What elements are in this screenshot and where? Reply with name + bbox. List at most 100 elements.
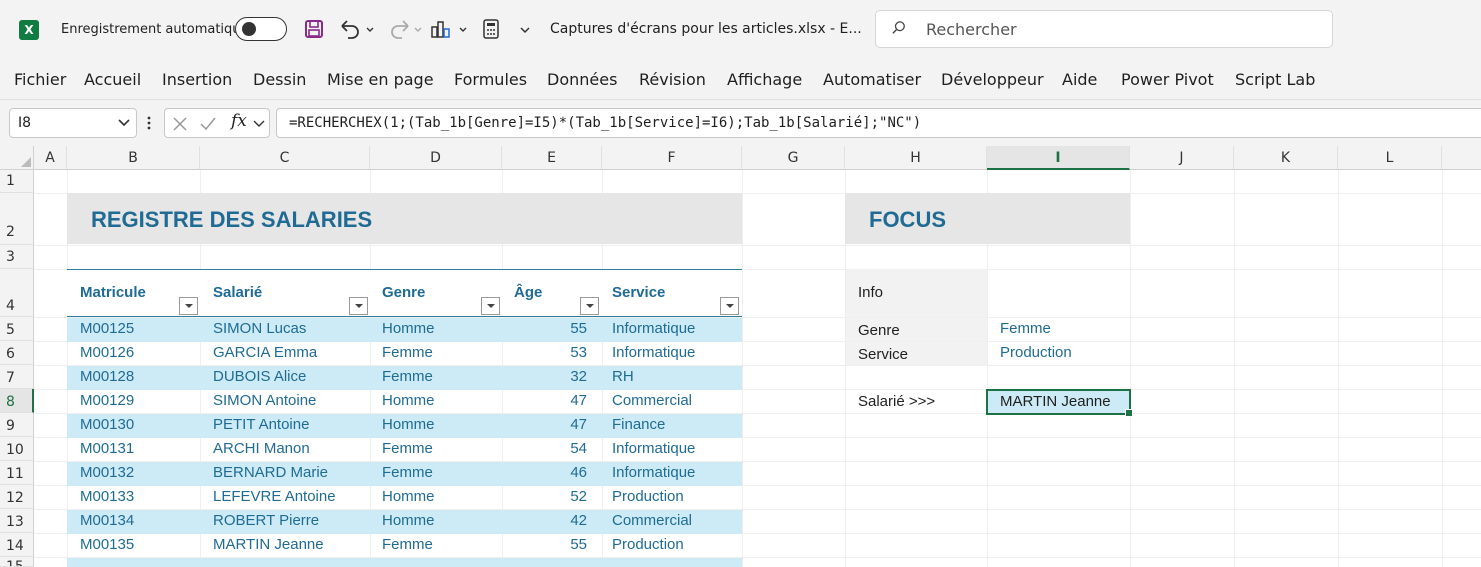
row-header-13[interactable]: 13 — [0, 509, 34, 533]
cell-service[interactable]: Production — [612, 488, 684, 505]
filter-dropdown-icon[interactable] — [349, 297, 368, 315]
tab-automatiser[interactable]: Automatiser — [823, 70, 921, 89]
focus-salarie-result-cell[interactable]: MARTIN Jeanne — [986, 389, 1133, 417]
row-header-1[interactable]: 1 — [0, 170, 34, 193]
tab-insertion[interactable]: Insertion — [162, 70, 232, 89]
cell-genre[interactable]: Femme — [382, 440, 433, 457]
cell-matricule[interactable]: M00134 — [80, 512, 134, 529]
name-box[interactable]: I8 — [9, 108, 137, 138]
tab-power-pivot[interactable]: Power Pivot — [1121, 70, 1214, 89]
row-header-4[interactable]: 4 — [0, 269, 34, 317]
cell-salarie[interactable]: GARCIA Emma — [213, 344, 317, 361]
tab-donnees[interactable]: Données — [547, 70, 617, 89]
tab-aide[interactable]: Aide — [1062, 70, 1097, 89]
more-options-icon[interactable] — [145, 113, 153, 133]
column-header-d[interactable]: D — [370, 146, 502, 170]
cell-genre[interactable]: Femme — [382, 368, 433, 385]
table-row[interactable]: M00125 SIMON Lucas Homme 55 Informatique — [67, 318, 742, 342]
cell-service[interactable]: RH — [612, 368, 634, 385]
cell-genre[interactable]: Homme — [382, 320, 435, 337]
cell-genre[interactable]: Homme — [382, 416, 435, 433]
save-icon[interactable] — [304, 19, 324, 39]
cell-service[interactable]: Commercial — [612, 392, 692, 409]
insert-function-icon[interactable]: fx — [231, 111, 247, 131]
filter-dropdown-icon[interactable] — [580, 297, 599, 315]
table-row[interactable]: M00132 BERNARD Marie Femme 46 Informatiq… — [67, 462, 742, 486]
cell-salarie[interactable]: BERNARD Marie — [213, 464, 328, 481]
table-row[interactable]: M00134 ROBERT Pierre Homme 42 Commercial — [67, 510, 742, 534]
table-row[interactable]: M00128 DUBOIS Alice Femme 32 RH — [67, 366, 742, 390]
tab-mise-en-page[interactable]: Mise en page — [327, 70, 434, 89]
column-header-h[interactable]: H — [845, 146, 987, 170]
cell-matricule[interactable]: M00132 — [80, 464, 134, 481]
undo-icon[interactable] — [338, 18, 374, 40]
column-header-k[interactable]: K — [1234, 146, 1338, 170]
cell-salarie[interactable]: LEFEVRE Antoine — [213, 488, 336, 505]
cell-age[interactable]: 47 — [547, 416, 587, 433]
cell-genre[interactable]: Homme — [382, 488, 435, 505]
table-row[interactable]: M00126 GARCIA Emma Femme 53 Informatique — [67, 342, 742, 366]
cell-salarie[interactable]: SIMON Lucas — [213, 320, 306, 337]
customize-qat-icon[interactable] — [518, 22, 532, 36]
cell-matricule[interactable]: M00129 — [80, 392, 134, 409]
row-header-7[interactable]: 7 — [0, 365, 34, 389]
column-header-f[interactable]: F — [602, 146, 742, 170]
cell-age[interactable]: 55 — [547, 536, 587, 553]
column-header-i[interactable]: I — [987, 146, 1130, 170]
row-header-14[interactable]: 14 — [0, 533, 34, 557]
cell-matricule[interactable]: M00128 — [80, 368, 134, 385]
autosave-toggle[interactable] — [235, 17, 287, 41]
search-box[interactable]: Rechercher — [875, 10, 1333, 48]
focus-service-value[interactable]: Production — [1000, 344, 1072, 361]
row-header-9[interactable]: 9 — [0, 413, 34, 437]
tab-developpeur[interactable]: Développeur — [941, 70, 1044, 89]
cell-salarie[interactable]: DUBOIS Alice — [213, 368, 306, 385]
cell-genre[interactable]: Homme — [382, 512, 435, 529]
filter-dropdown-icon[interactable] — [179, 297, 198, 315]
cell-matricule[interactable]: M00133 — [80, 488, 134, 505]
cell-age[interactable]: 47 — [547, 392, 587, 409]
cell-matricule[interactable]: M00126 — [80, 344, 134, 361]
table-row[interactable]: M00135 MARTIN Jeanne Femme 55 Production — [67, 534, 742, 558]
cell-salarie[interactable]: ARCHI Manon — [213, 440, 310, 457]
row-header-5[interactable]: 5 — [0, 317, 34, 341]
calculator-icon[interactable] — [482, 18, 500, 40]
row-header-6[interactable]: 6 — [0, 341, 34, 365]
column-header-e[interactable]: E — [502, 146, 602, 170]
cell-genre[interactable]: Femme — [382, 536, 433, 553]
tab-fichier[interactable]: Fichier — [14, 70, 66, 89]
cell-genre[interactable]: Femme — [382, 464, 433, 481]
cell-salarie[interactable]: MARTIN Jeanne — [213, 536, 324, 553]
row-header-10[interactable]: 10 — [0, 437, 34, 461]
table-row[interactable]: M00131 ARCHI Manon Femme 54 Informatique — [67, 438, 742, 462]
tab-revision[interactable]: Révision — [639, 70, 706, 89]
row-header-12[interactable]: 12 — [0, 485, 34, 509]
cell-age[interactable]: 54 — [547, 440, 587, 457]
cell-age[interactable]: 46 — [547, 464, 587, 481]
column-header-c[interactable]: C — [200, 146, 370, 170]
focus-genre-value[interactable]: Femme — [1000, 320, 1051, 337]
formula-input[interactable]: =RECHERCHEX(1;(Tab_1b[Genre]=I5)*(Tab_1b… — [276, 108, 1481, 138]
table-row[interactable]: M00129 SIMON Antoine Homme 47 Commercial — [67, 390, 742, 414]
cell-service[interactable]: Informatique — [612, 320, 695, 337]
fill-handle[interactable] — [1125, 409, 1133, 417]
chart-icon[interactable] — [430, 18, 470, 40]
cell-genre[interactable]: Homme — [382, 392, 435, 409]
cell-service[interactable]: Informatique — [612, 464, 695, 481]
column-header-l[interactable]: L — [1338, 146, 1442, 170]
select-all-corner[interactable] — [0, 146, 34, 170]
cell-age[interactable]: 42 — [547, 512, 587, 529]
row-header-11[interactable]: 11 — [0, 461, 34, 485]
cell-age[interactable]: 53 — [547, 344, 587, 361]
column-header-m[interactable] — [1442, 146, 1481, 170]
tab-formules[interactable]: Formules — [454, 70, 527, 89]
cell-salarie[interactable]: ROBERT Pierre — [213, 512, 319, 529]
cell-matricule[interactable]: M00131 — [80, 440, 134, 457]
row-header-15[interactable]: 15 — [0, 557, 34, 567]
cell-age[interactable]: 55 — [547, 320, 587, 337]
row-header-8[interactable]: 8 — [0, 389, 34, 413]
table-row[interactable]: M00130 PETIT Antoine Homme 47 Finance — [67, 414, 742, 438]
row-header-3[interactable]: 3 — [0, 245, 34, 269]
cell-age[interactable]: 52 — [547, 488, 587, 505]
cell-matricule[interactable]: M00125 — [80, 320, 134, 337]
